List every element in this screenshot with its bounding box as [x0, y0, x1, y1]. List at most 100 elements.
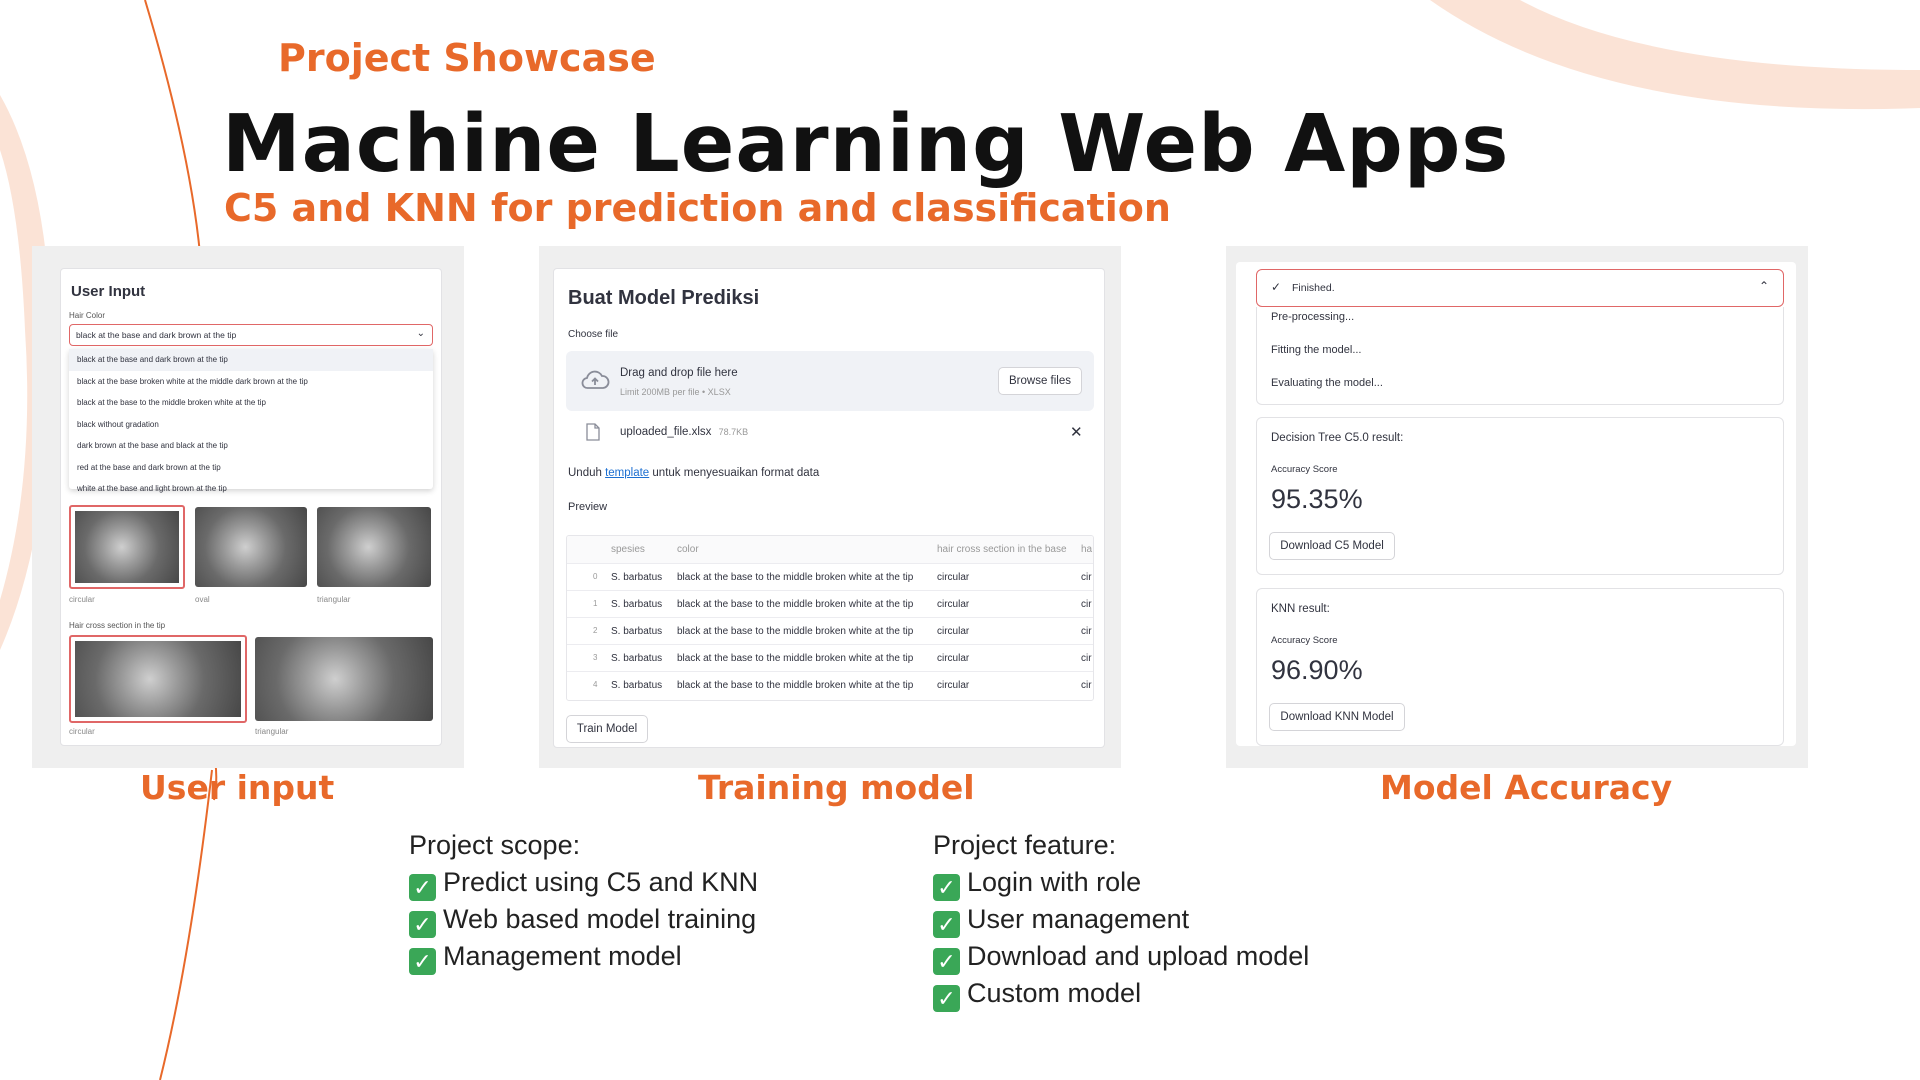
list-item: ✓ Custom model	[933, 975, 1309, 1012]
user-input-screenshot: User Input Hair Color black at the base …	[32, 246, 464, 768]
checkmark-icon: ✓	[933, 985, 960, 1012]
feature-list: Project feature: ✓ Login with role ✓ User …	[933, 827, 1309, 1012]
accuracy-screenshot: ✓ Finished. ⌃ Pre-processing... Fitting …	[1226, 246, 1808, 768]
hair-color-label: Hair Color	[69, 311, 106, 320]
dropdown-option[interactable]: black without gradation	[69, 414, 433, 436]
file-icon	[586, 423, 600, 441]
list-item-text: Web based model training	[443, 904, 757, 934]
table-row: 0 S. barbatus black at the base to the m…	[567, 563, 1093, 590]
accuracy-card: ✓ Finished. ⌃ Pre-processing... Fitting …	[1236, 262, 1796, 746]
preview-table: spesies color hair cross section in the …	[566, 535, 1094, 701]
status-steps: Pre-processing... Fitting the model... E…	[1256, 307, 1784, 405]
knn-accuracy-label: Accuracy Score	[1271, 635, 1338, 646]
dropdown-option[interactable]: black at the base broken white at the mi…	[69, 371, 433, 393]
file-name: uploaded_file.xlsx	[620, 426, 712, 438]
hair-image-triangular[interactable]	[317, 507, 431, 587]
dropdown-option[interactable]: dark brown at the base and black at the …	[69, 435, 433, 457]
training-screenshot: Buat Model Prediksi Choose file Drag and…	[539, 246, 1121, 768]
training-card: Buat Model Prediksi Choose file Drag and…	[553, 268, 1105, 748]
list-item: ✓ Management model	[409, 938, 758, 975]
scope-list: Project scope: ✓ Predict using C5 and KNN…	[409, 827, 758, 975]
knn-result-title: KNN result:	[1271, 603, 1330, 615]
dropdown-option[interactable]: red at the base and dark brown at the ti…	[69, 457, 433, 479]
table-row: 4 S. barbatus black at the base to the m…	[567, 671, 1093, 698]
list-item: ✓ User management	[933, 901, 1309, 938]
image-caption: circular	[69, 727, 95, 736]
knn-accuracy-value: 96.90%	[1271, 655, 1363, 685]
feature-heading: Project feature:	[933, 830, 1117, 860]
user-input-heading: User Input	[71, 283, 146, 300]
page-subtitle: C5 and KNN for prediction and classifica…	[224, 186, 1171, 230]
eyebrow-text: Project Showcase	[278, 36, 656, 80]
hair-image-oval[interactable]	[195, 507, 307, 587]
image-caption: oval	[195, 595, 210, 604]
image-caption: triangular	[255, 727, 289, 736]
image-caption: circular	[69, 595, 95, 604]
list-item-text: Login with role	[967, 867, 1142, 897]
checkmark-icon: ✓	[933, 948, 960, 975]
list-item: ✓ Web based model training	[409, 901, 758, 938]
browse-files-button[interactable]: Browse files	[998, 367, 1082, 395]
hair-color-dropdown: black at the base and dark brown at the …	[69, 349, 433, 493]
tip-image-triangular[interactable]	[255, 637, 433, 721]
hair-color-selected: black at the base and dark brown at the …	[76, 330, 237, 340]
preview-label: Preview	[568, 501, 608, 513]
status-expander[interactable]: ✓ Finished. ⌃	[1256, 269, 1784, 307]
template-note: Unduh template untuk menyesuaikan format…	[568, 467, 819, 479]
checkmark-icon: ✓	[409, 948, 436, 975]
table-row: 2 S. barbatus black at the base to the m…	[567, 617, 1093, 644]
hair-color-select[interactable]: black at the base and dark brown at the …	[69, 324, 433, 346]
file-size: 78.7KB	[718, 427, 749, 437]
choose-file-label: Choose file	[568, 329, 619, 340]
training-heading: Buat Model Prediksi	[568, 287, 760, 309]
list-item: ✓ Login with role	[933, 864, 1309, 901]
c5-result-card: Decision Tree C5.0 result: Accuracy Scor…	[1256, 417, 1784, 575]
checkmark-icon: ✓	[933, 911, 960, 938]
template-note-pre: Unduh	[568, 467, 602, 479]
caption-accuracy: Model Accuracy	[1380, 768, 1673, 807]
column-header: color	[677, 544, 699, 555]
list-item-text: Custom model	[967, 978, 1142, 1008]
table-row: 1 S. barbatus black at the base to the m…	[567, 590, 1093, 617]
hair-image-circular[interactable]	[69, 505, 185, 589]
train-model-button[interactable]: Train Model	[566, 715, 648, 743]
cloud-upload-icon	[581, 370, 610, 389]
c5-accuracy-label: Accuracy Score	[1271, 464, 1338, 475]
tip-image-circular[interactable]	[69, 635, 247, 723]
check-icon: ✓	[1271, 280, 1282, 294]
uploaded-file: uploaded_file.xlsx 78.7KB	[620, 426, 748, 438]
close-icon[interactable]: ✕	[1070, 423, 1083, 441]
list-item-text: Management model	[443, 941, 682, 971]
step-text: Pre-processing...	[1271, 311, 1355, 323]
template-link[interactable]: template	[605, 467, 649, 479]
status-text: Finished.	[1292, 282, 1335, 294]
step-text: Evaluating the model...	[1271, 377, 1383, 389]
checkmark-icon: ✓	[409, 874, 436, 901]
dropdown-option[interactable]: white at the base and light brown at the…	[69, 478, 433, 500]
dropdown-option[interactable]: black at the base to the middle broken w…	[69, 392, 433, 414]
checkmark-icon: ✓	[933, 874, 960, 901]
list-item-text: User management	[967, 904, 1190, 934]
user-input-card: User Input Hair Color black at the base …	[60, 268, 442, 746]
download-c5-button[interactable]: Download C5 Model	[1269, 532, 1395, 560]
caption-user-input: User input	[140, 768, 335, 807]
step-text: Fitting the model...	[1271, 344, 1362, 356]
slide: Project Showcase Machine Learning Web Ap…	[0, 0, 1920, 1080]
knn-result-card: KNN result: Accuracy Score 96.90% Downlo…	[1256, 588, 1784, 746]
checkmark-icon: ✓	[409, 911, 436, 938]
caption-training: Training model	[698, 768, 975, 807]
c5-result-title: Decision Tree C5.0 result:	[1271, 432, 1404, 444]
chevron-down-icon: ⌄	[416, 328, 425, 339]
scope-heading: Project scope:	[409, 830, 581, 860]
tip-section-label: Hair cross section in the tip	[69, 621, 166, 630]
chevron-up-icon: ⌃	[1758, 279, 1769, 293]
list-item: ✓ Predict using C5 and KNN	[409, 864, 758, 901]
column-header: hair cross section in the base	[937, 544, 1067, 555]
table-row: 3 S. barbatus black at the base to the m…	[567, 644, 1093, 671]
file-dropzone[interactable]: Drag and drop file here Limit 200MB per …	[566, 351, 1094, 411]
column-header: ha	[1081, 544, 1093, 555]
list-item: ✓ Download and upload model	[933, 938, 1309, 975]
download-knn-button[interactable]: Download KNN Model	[1269, 703, 1405, 731]
dropdown-option[interactable]: black at the base and dark brown at the …	[69, 349, 433, 371]
drop-text: Drag and drop file here	[620, 367, 738, 379]
